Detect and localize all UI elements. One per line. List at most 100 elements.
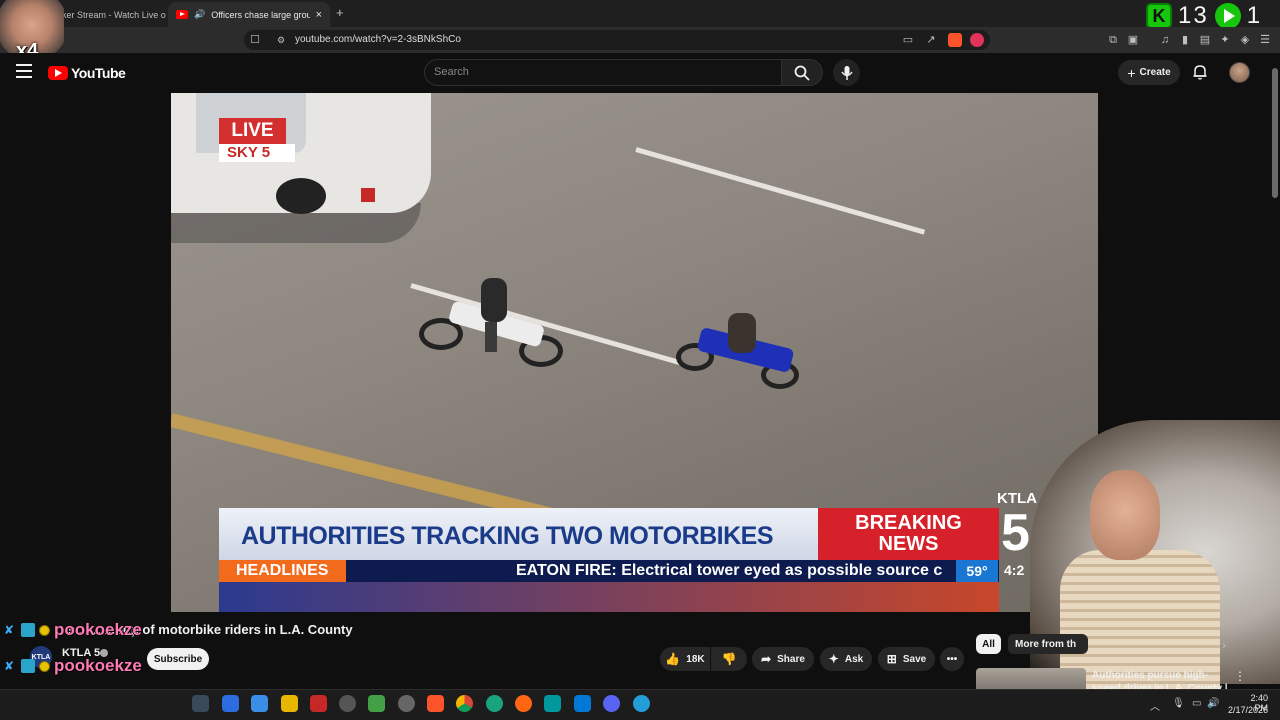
notifications-bell-icon[interactable]: [1192, 64, 1208, 80]
taskbar-app-icon[interactable]: [310, 695, 327, 712]
voice-search-button[interactable]: [833, 59, 860, 86]
thumbs-down-icon: 👎: [721, 652, 737, 666]
media-icon[interactable]: ♫: [1158, 33, 1172, 47]
sparkle-icon: ✦: [828, 652, 839, 666]
file-explorer-icon[interactable]: [281, 695, 298, 712]
user-avatar[interactable]: [1229, 62, 1250, 83]
share-page-icon[interactable]: ↗: [924, 33, 938, 47]
youtube-logo-text: YouTube: [71, 65, 126, 81]
screenshot-icon[interactable]: ▣: [1126, 33, 1140, 47]
bookmark-icon[interactable]: ☐: [248, 33, 262, 47]
search-placeholder: Search: [434, 66, 469, 78]
recommended-video-thumbnail[interactable]: [976, 668, 1086, 690]
leo-icon[interactable]: ✦: [1218, 33, 1232, 47]
create-button[interactable]: + Create: [1118, 60, 1180, 85]
more-actions-button[interactable]: •••: [940, 647, 964, 671]
chat-line: ✘ pookoekze: [4, 620, 142, 639]
thumbs-up-icon: 👍: [665, 652, 681, 666]
volume-icon[interactable]: 🔊: [1207, 698, 1219, 709]
taskbar-app-icon[interactable]: [544, 695, 561, 712]
ask-button[interactable]: ✦ Ask: [820, 647, 872, 671]
youtube-play-logo-icon: [48, 66, 68, 80]
live-badge: LIVE: [219, 118, 286, 144]
more-dots-icon: •••: [946, 653, 958, 665]
broadcast-time: 4:2: [1004, 562, 1025, 578]
save-label: Save: [902, 653, 927, 665]
firefox-icon[interactable]: [515, 695, 532, 712]
clock-date[interactable]: 2/17/2026: [1224, 705, 1268, 715]
tray-chevron-icon[interactable]: ︿: [1150, 698, 1160, 713]
new-tab-button[interactable]: +: [336, 5, 344, 20]
breaking-line-1: BREAKING: [855, 512, 962, 534]
search-button[interactable]: [781, 59, 823, 86]
network-icon[interactable]: ▭: [1192, 698, 1201, 709]
youtube-logo[interactable]: YouTube: [48, 65, 126, 81]
url-text: youtube.com/watch?v=2-3sBNkShCo: [295, 34, 461, 45]
dislike-button[interactable]: 👎: [711, 647, 747, 671]
taskbar-app-icon[interactable]: [398, 695, 415, 712]
recommended-more-icon[interactable]: ⋮: [1234, 669, 1246, 683]
brave-browser-icon[interactable]: [427, 695, 444, 712]
sub-badge-icon: [21, 659, 35, 673]
page-scrollbar[interactable]: [1272, 68, 1278, 198]
cast-icon[interactable]: ▭: [901, 33, 915, 47]
taskbar-app-icon[interactable]: [192, 695, 209, 712]
tab-youtube-video[interactable]: 🔊 Officers chase large group of ×: [168, 2, 330, 27]
telegram-icon[interactable]: [633, 695, 650, 712]
hamburger-menu-icon[interactable]: [16, 64, 32, 78]
vpn-icon[interactable]: ◈: [1238, 33, 1252, 47]
chat-line: ✘ pookoekze: [4, 656, 142, 675]
streamer-head: [1090, 470, 1160, 560]
tab-stream-label: anker Stream - Watch Live on: [52, 9, 166, 20]
video-player[interactable]: LIVE SKY 5 AUTHORITIES TRACKING TWO MOTO…: [171, 93, 1098, 612]
close-tab-icon[interactable]: ×: [316, 9, 322, 21]
ticker-text: EATON FIRE: Electrical tower eyed as pos…: [516, 562, 943, 579]
brave-shield-icon[interactable]: [948, 33, 962, 47]
edge-icon[interactable]: [486, 695, 503, 712]
youtube-favicon-icon: [176, 10, 188, 19]
sidebar-icon[interactable]: ▮: [1178, 33, 1192, 47]
overlay-counter: K 13 1: [1146, 2, 1262, 29]
like-button[interactable]: 👍 18K: [660, 647, 710, 671]
chip-next-chevron-icon[interactable]: ›: [1222, 638, 1226, 652]
chip-more-from-channel[interactable]: More from th: [1008, 634, 1088, 654]
ask-label: Ask: [844, 653, 864, 665]
kick-logo-icon: K: [1146, 3, 1172, 29]
share-icon: ➦: [761, 652, 772, 666]
chip-all[interactable]: All: [976, 634, 1001, 654]
breaking-line-2: NEWS: [878, 533, 939, 555]
station-badge: SKY 5: [219, 144, 295, 162]
play-icon: [1214, 3, 1241, 29]
microphone-tray-icon[interactable]: 🎙: [1172, 698, 1185, 709]
discord-icon[interactable]: [603, 695, 620, 712]
search-icon: [794, 65, 810, 81]
browser-menu-icon[interactable]: ☰: [1258, 33, 1272, 47]
news-headline: AUTHORITIES TRACKING TWO MOTORBIKES: [241, 522, 774, 550]
recommended-video-title[interactable]: Authorities pursue high-speed driver in …: [1092, 669, 1232, 689]
extensions-icon[interactable]: ⧉: [1106, 33, 1120, 47]
wallet-icon[interactable]: ▤: [1198, 33, 1212, 47]
chrome-icon[interactable]: [456, 695, 473, 712]
vscode-icon[interactable]: [574, 695, 591, 712]
subscribe-button[interactable]: Subscribe: [147, 648, 209, 670]
speaker-icon: 🔊: [194, 9, 206, 19]
share-button[interactable]: ➦ Share: [752, 647, 814, 671]
sword-badge-icon: ✘: [4, 658, 15, 673]
lower-graphic-strip: [219, 582, 999, 612]
share-label: Share: [777, 653, 805, 665]
chat-username: pookoekze: [54, 620, 142, 639]
like-count: 18K: [686, 653, 705, 665]
search-input[interactable]: [424, 59, 782, 86]
taskbar-app-icon[interactable]: [339, 695, 356, 712]
sub-badge-icon: [21, 623, 35, 637]
save-button[interactable]: ⊞ Save: [878, 647, 935, 671]
taskbar-app-icon[interactable]: [368, 695, 385, 712]
site-info-icon[interactable]: ⚙: [274, 33, 288, 47]
chat-username: pookoekze: [54, 656, 142, 675]
create-label: Create: [1139, 67, 1171, 78]
motorbike-blue: [676, 313, 806, 403]
taskbar-app-icon[interactable]: [251, 695, 268, 712]
temperature-badge: 59°: [956, 560, 998, 582]
taskbar-app-icon[interactable]: [222, 695, 239, 712]
brave-rewards-icon[interactable]: [970, 33, 984, 47]
